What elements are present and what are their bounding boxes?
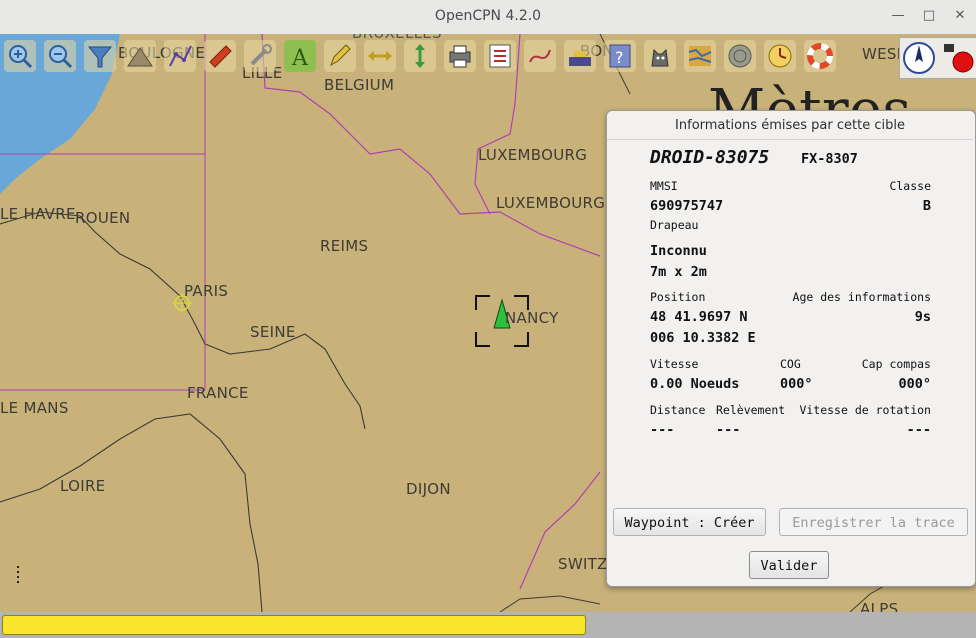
map-label-le-mans: LE MANS bbox=[0, 399, 69, 417]
heading-value: 000° bbox=[898, 376, 931, 392]
scale-in-button[interactable] bbox=[124, 40, 156, 72]
map-label-belgium: BELGIUM bbox=[324, 76, 395, 94]
dog-icon bbox=[651, 48, 669, 67]
compass-widget[interactable] bbox=[899, 37, 976, 79]
text-a-icon: A bbox=[291, 46, 309, 70]
window-titlebar: OpenCPN 4.2.0 — □ ✕ bbox=[0, 0, 976, 35]
age-label: Age des informations bbox=[792, 290, 931, 304]
distance-value: --- bbox=[650, 422, 675, 438]
checklist-icon bbox=[489, 44, 511, 68]
class-value: B bbox=[922, 198, 931, 214]
globe-icon bbox=[728, 44, 752, 68]
mountain-icon bbox=[127, 47, 153, 67]
resize-horizontal-button[interactable] bbox=[364, 40, 396, 72]
ais-target-dialog: Informations émises par cette cible DROI… bbox=[606, 110, 976, 587]
heading-label: Cap compas bbox=[861, 357, 931, 371]
route-button[interactable] bbox=[164, 40, 196, 72]
progress-bar bbox=[2, 615, 586, 635]
svg-text:?: ? bbox=[615, 48, 624, 67]
main-toolbar: A ? bbox=[0, 36, 860, 76]
tide-map-button[interactable] bbox=[684, 40, 716, 72]
map-label-luxembourg: LUXEMBOURG bbox=[478, 146, 588, 164]
map-label-luxembourg-city: LUXEMBOURG bbox=[496, 194, 606, 212]
map-label-rouen: ROUEN bbox=[75, 209, 131, 227]
lifebuoy-icon bbox=[807, 43, 833, 69]
tools-button[interactable] bbox=[244, 40, 276, 72]
minimize-button[interactable]: — bbox=[888, 6, 908, 26]
map-label-dijon: DIJON bbox=[406, 480, 451, 498]
clock-icon bbox=[768, 44, 792, 68]
draw-button[interactable] bbox=[324, 40, 356, 72]
print-button[interactable] bbox=[444, 40, 476, 72]
zoom-in-icon bbox=[9, 45, 33, 69]
map-label-switz: SWITZ bbox=[558, 555, 608, 573]
vessel-size: 7m x 2m bbox=[650, 264, 707, 280]
ship-icon bbox=[569, 51, 591, 66]
current-button[interactable] bbox=[724, 40, 756, 72]
pencil-icon bbox=[330, 44, 351, 67]
compass-icon bbox=[903, 42, 974, 74]
cog-label: COG bbox=[780, 357, 801, 371]
close-button[interactable]: ✕ bbox=[950, 6, 970, 26]
maximize-button[interactable]: □ bbox=[919, 6, 939, 26]
mmsi-label: MMSI bbox=[650, 179, 678, 193]
arrows-horizontal-icon bbox=[368, 51, 392, 61]
svg-text:A: A bbox=[291, 46, 309, 70]
track-button[interactable] bbox=[524, 40, 556, 72]
resize-vertical-button[interactable] bbox=[404, 40, 436, 72]
distance-label: Distance bbox=[650, 403, 706, 417]
tracking-button[interactable] bbox=[204, 40, 236, 72]
speed-label: Vitesse bbox=[650, 357, 699, 371]
clock-button[interactable] bbox=[764, 40, 796, 72]
tide-map-icon bbox=[688, 46, 712, 66]
wrench-icon bbox=[250, 44, 272, 66]
map-label-le-havre: LE HAVRE bbox=[0, 205, 76, 223]
map-label-paris: PARIS bbox=[184, 282, 229, 300]
zoom-in-button[interactable] bbox=[4, 40, 36, 72]
age-value: 9s bbox=[914, 309, 931, 325]
zoom-out-icon bbox=[49, 45, 73, 69]
vessel-callsign: FX-8307 bbox=[801, 151, 858, 167]
printer-icon bbox=[449, 45, 471, 68]
bearing-value: --- bbox=[716, 422, 741, 438]
speed-value: 0.00 Noeuds bbox=[650, 376, 740, 392]
map-label-reims: REIMS bbox=[320, 237, 369, 255]
boat-icon bbox=[209, 45, 232, 68]
create-waypoint-button[interactable]: Waypoint : Créer bbox=[613, 508, 766, 536]
cog-value: 000° bbox=[780, 376, 813, 392]
rot-value: --- bbox=[906, 422, 931, 438]
lifebuoy-button[interactable] bbox=[804, 40, 836, 72]
dialog-title: Informations émises par cette cible bbox=[607, 111, 973, 140]
help-icon: ? bbox=[609, 44, 631, 68]
arrows-vertical-icon bbox=[415, 44, 425, 68]
class-label: Classe bbox=[889, 179, 931, 193]
map-label-loire: LOIRE bbox=[60, 477, 106, 495]
ok-button[interactable]: Valider bbox=[749, 551, 829, 579]
mmsi-value: 690975747 bbox=[650, 198, 724, 214]
text-tool-button[interactable]: A bbox=[284, 40, 316, 72]
rot-label: Vitesse de rotation bbox=[799, 403, 931, 417]
dog-button[interactable] bbox=[644, 40, 676, 72]
window-title: OpenCPN 4.2.0 bbox=[434, 8, 542, 24]
map-label-france: FRANCE bbox=[187, 384, 249, 402]
longitude-value: 006 10.3382 E bbox=[650, 330, 756, 346]
help-button[interactable]: ? bbox=[604, 40, 636, 72]
bearing-label: Relèvement bbox=[716, 403, 786, 417]
map-label-seine: SEINE bbox=[250, 323, 296, 341]
map-label-alps: ALPS bbox=[860, 600, 899, 612]
track-icon bbox=[529, 49, 551, 63]
flag-label: Drapeau bbox=[650, 218, 699, 232]
record-track-button[interactable]: Enregistrer la trace bbox=[779, 508, 968, 536]
route-manager-button[interactable] bbox=[484, 40, 516, 72]
map-label-nancy: NANCY bbox=[505, 309, 559, 327]
latitude-value: 48 41.9697 N bbox=[650, 309, 748, 325]
position-label: Position bbox=[650, 290, 706, 304]
route-icon bbox=[169, 45, 192, 67]
flag-value: Inconnu bbox=[650, 243, 707, 259]
zoom-out-button[interactable] bbox=[44, 40, 76, 72]
vessel-name: DROID-83075 bbox=[650, 147, 770, 168]
mob-boat-button[interactable] bbox=[564, 40, 596, 72]
chart-quilt-button[interactable] bbox=[84, 40, 116, 72]
funnel-icon bbox=[87, 46, 113, 68]
